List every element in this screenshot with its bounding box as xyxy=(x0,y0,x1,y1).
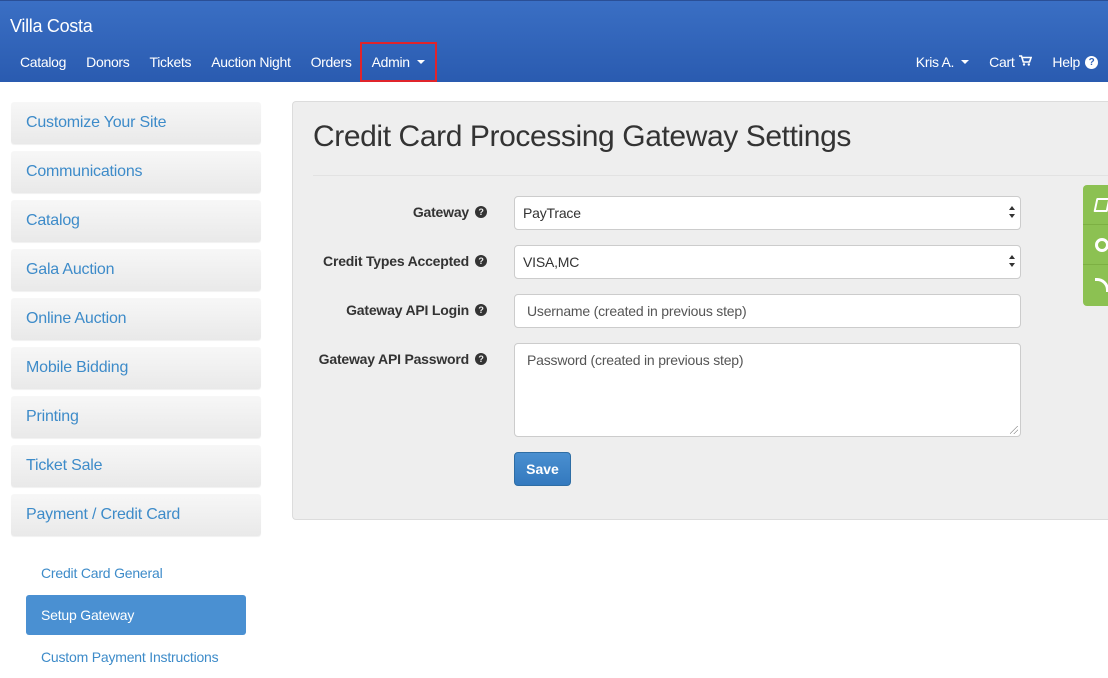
main-nav: Catalog Donors Tickets Auction Night Ord… xyxy=(10,42,437,82)
credit-types-select-value: VISA,MC xyxy=(523,254,580,270)
save-button[interactable]: Save xyxy=(514,452,571,486)
nav-orders[interactable]: Orders xyxy=(301,45,362,79)
user-name: Kris A. xyxy=(915,54,955,70)
question-circle-icon[interactable]: ? xyxy=(475,304,487,316)
api-password-label: Gateway API Password ? xyxy=(319,351,487,367)
api-password-textarea[interactable]: Password (created in previous step) xyxy=(514,343,1021,437)
api-password-label-text: Gateway API Password xyxy=(318,351,470,367)
api-password-placeholder: Password (created in previous step) xyxy=(527,352,744,368)
top-navbar: Villa Costa Catalog Donors Tickets Aucti… xyxy=(0,0,1108,82)
float-tab-docs[interactable] xyxy=(1083,185,1108,225)
cart-label: Cart xyxy=(989,54,1015,70)
sidebar-item-ticket-sale[interactable]: Ticket Sale xyxy=(11,445,261,487)
page-title: Credit Card Processing Gateway Settings xyxy=(313,120,851,153)
caret-down-icon xyxy=(416,60,425,64)
nav-tickets[interactable]: Tickets xyxy=(140,45,202,79)
float-tab-support[interactable] xyxy=(1083,225,1108,265)
resize-grip-icon[interactable] xyxy=(1010,426,1018,434)
sidebar-item-payment-credit-card[interactable]: Payment / Credit Card xyxy=(11,494,261,536)
gateway-select[interactable]: PayTrace xyxy=(514,196,1021,230)
select-arrows-icon xyxy=(1009,255,1015,269)
sidebar-item-customize-site[interactable]: Customize Your Site xyxy=(11,102,261,144)
credit-types-select[interactable]: VISA,MC xyxy=(514,245,1021,279)
help-link[interactable]: Help ? xyxy=(1042,45,1108,79)
question-circle-icon[interactable]: ? xyxy=(475,255,487,267)
sidebar-item-online-auction[interactable]: Online Auction xyxy=(11,298,261,340)
sidebar-item-gala-auction[interactable]: Gala Auction xyxy=(11,249,261,291)
submenu-custom-payment-instructions[interactable]: Custom Payment Instructions xyxy=(11,637,261,677)
nav-admin-label: Admin xyxy=(371,54,410,70)
life-ring-icon xyxy=(1095,238,1108,252)
user-nav: Kris A. Cart Help ? xyxy=(906,45,1108,79)
caret-down-icon xyxy=(961,60,970,64)
question-circle-icon[interactable]: ? xyxy=(475,206,487,218)
submenu-setup-gateway[interactable]: Setup Gateway xyxy=(26,595,246,635)
brand-title[interactable]: Villa Costa xyxy=(10,16,93,37)
api-login-label: Gateway API Login ? xyxy=(346,302,487,318)
select-arrows-icon xyxy=(1009,206,1015,220)
nav-admin-dropdown[interactable]: Admin xyxy=(359,42,437,82)
title-divider xyxy=(313,175,1108,176)
nav-donors[interactable]: Donors xyxy=(76,45,139,79)
gateway-settings-panel: Credit Card Processing Gateway Settings … xyxy=(292,101,1108,520)
gateway-select-value: PayTrace xyxy=(523,205,581,221)
gateway-label-text: Gateway xyxy=(412,204,469,220)
credit-types-label-text: Credit Types Accepted xyxy=(323,253,469,269)
floating-side-tabs xyxy=(1083,185,1108,306)
sidebar-item-communications[interactable]: Communications xyxy=(11,151,261,193)
nav-catalog[interactable]: Catalog xyxy=(10,45,76,79)
credit-types-label: Credit Types Accepted ? xyxy=(323,253,487,269)
payment-submenu: Credit Card General Setup Gateway Custom… xyxy=(11,538,261,678)
rss-icon xyxy=(1095,278,1108,292)
sidebar-item-printing[interactable]: Printing xyxy=(11,396,261,438)
sidebar-item-catalog[interactable]: Catalog xyxy=(11,200,261,242)
shopping-cart-icon xyxy=(1019,45,1033,79)
submenu-spacer xyxy=(11,538,261,553)
book-icon xyxy=(1093,198,1108,212)
api-login-input[interactable]: Username (created in previous step) xyxy=(514,294,1021,328)
float-tab-feed[interactable] xyxy=(1083,265,1108,305)
gateway-label: Gateway ? xyxy=(413,204,487,220)
admin-sidebar: Customize Your Site Communications Catal… xyxy=(11,102,261,678)
nav-auction-night[interactable]: Auction Night xyxy=(201,45,300,79)
sidebar-item-mobile-bidding[interactable]: Mobile Bidding xyxy=(11,347,261,389)
question-circle-icon[interactable]: ? xyxy=(475,353,487,365)
help-label: Help xyxy=(1052,54,1080,70)
cart-link[interactable]: Cart xyxy=(979,45,1042,79)
question-circle-icon: ? xyxy=(1085,55,1098,69)
api-login-placeholder: Username (created in previous step) xyxy=(527,303,747,319)
submenu-credit-card-general[interactable]: Credit Card General xyxy=(11,553,261,593)
user-menu-dropdown[interactable]: Kris A. xyxy=(906,45,979,79)
api-login-label-text: Gateway API Login xyxy=(346,302,469,318)
